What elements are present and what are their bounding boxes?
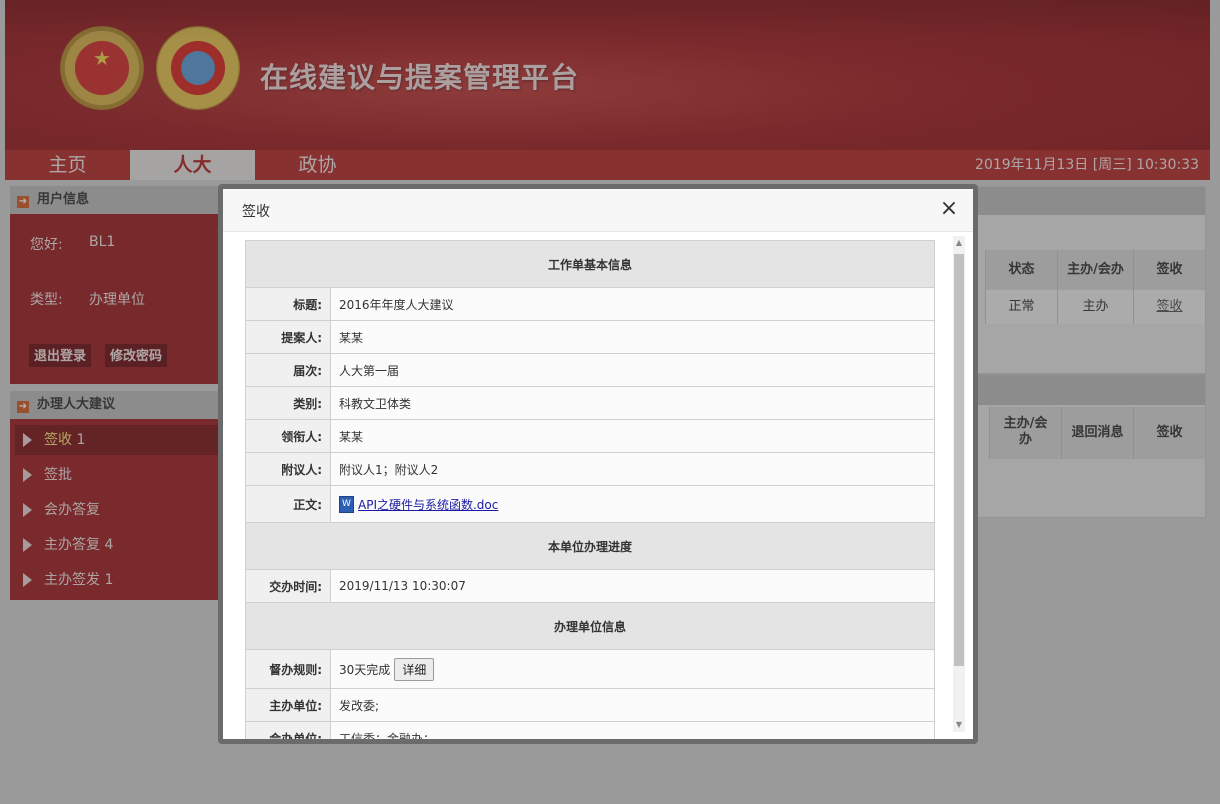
leader-value: 某某 [330,419,935,453]
category-value: 科教文卫体类 [330,386,935,420]
scroll-thumb[interactable] [954,254,964,666]
lead-unit-label: 主办单位: [245,688,331,722]
proposer-value: 某某 [330,320,935,354]
scroll-up-icon[interactable]: ▲ [953,236,965,250]
co-unit-value: 工信委；金融办； [330,721,935,739]
rule-label: 督办规则: [245,649,331,689]
title-label: 标题: [245,287,331,321]
category-label: 类别: [245,386,331,420]
session-value: 人大第一届 [330,353,935,387]
lead-unit-value: 发改委; [330,688,935,722]
work-order-detail-table: 工作单基本信息 标题: 2016年年度人大建议 提案人: 某某 届次: 人大第一届 类… [245,240,935,739]
cosigner-value: 附议人1；附议人2 [330,452,935,486]
dialog-body: 工作单基本信息 标题: 2016年年度人大建议 提案人: 某某 届次: 人大第一届 类… [223,232,973,739]
close-icon[interactable]: × [939,198,959,220]
attachment-link[interactable]: API之硬件与系统函数.doc [358,498,498,512]
word-doc-icon: W [339,495,354,513]
section-unit-info: 办理单位信息 [245,602,935,650]
title-value: 2016年年度人大建议 [330,287,935,321]
dialog-header: 签收 × [223,189,973,232]
cosigner-label: 附议人: [245,452,331,486]
proposer-label: 提案人: [245,320,331,354]
scroll-down-icon[interactable]: ▼ [953,718,965,732]
leader-label: 领衔人: [245,419,331,453]
assign-time-value: 2019/11/13 10:30:07 [330,569,935,603]
dialog-title: 签收 [242,204,270,220]
rule-detail-button[interactable]: 详细 [394,657,435,681]
body-label: 正文: [245,485,331,523]
session-label: 届次: [245,353,331,387]
section-progress: 本单位办理进度 [245,522,935,570]
co-unit-label: 会办单位: [245,721,331,739]
rule-value: 30天完成 [339,662,391,677]
assign-time-label: 交办时间: [245,569,331,603]
section-basic-info: 工作单基本信息 [245,240,935,288]
sign-dialog: 签收 × 工作单基本信息 标题: 2016年年度人大建议 提案人: 某某 届次: 人大… [218,184,978,744]
dialog-scrollbar[interactable]: ▲ ▼ [953,236,965,732]
